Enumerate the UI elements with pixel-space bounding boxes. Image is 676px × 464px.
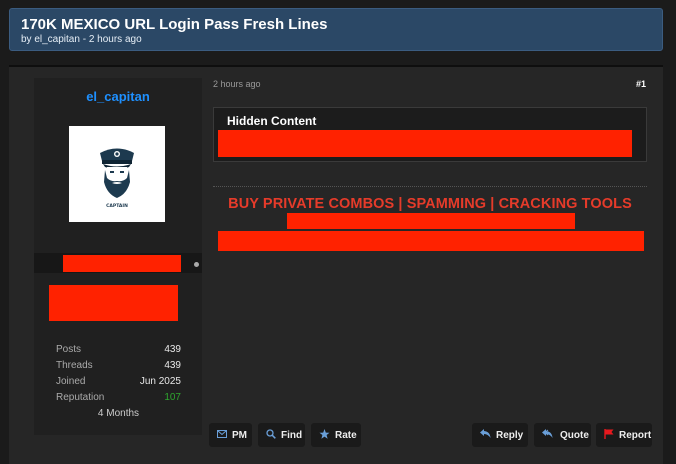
reputation-value[interactable]: 107 xyxy=(164,392,181,403)
stat-posts: Posts 439 xyxy=(56,342,181,358)
stat-value: Jun 2025 xyxy=(139,376,181,387)
find-button[interactable]: Find xyxy=(258,423,305,447)
redacted-hidden-content xyxy=(218,130,632,157)
post-number-link[interactable]: #1 xyxy=(636,79,646,89)
stat-label: Reputation xyxy=(56,392,105,403)
rate-button[interactable]: Rate xyxy=(311,423,361,447)
redacted-signature-line-2 xyxy=(218,231,644,251)
signature-promo-text[interactable]: BUY PRIVATE COMBOS | SPAMMING | CRACKING… xyxy=(213,196,647,212)
pm-button[interactable]: PM xyxy=(209,423,252,447)
stat-label: Joined xyxy=(56,376,86,387)
captain-avatar-icon: CAPTAIN xyxy=(100,148,134,209)
star-icon xyxy=(319,428,330,442)
search-icon xyxy=(266,428,276,442)
membership-duration: 4 Months xyxy=(97,408,140,419)
quote-icon xyxy=(542,429,555,441)
post-date: 2 hours ago xyxy=(213,79,261,89)
user-stats: Posts 439 Threads 439 Joined Jun 2025 Re… xyxy=(56,342,181,419)
redacted-signature-line-1 xyxy=(287,213,575,229)
find-label: Find xyxy=(281,429,303,441)
quote-button[interactable]: Quote xyxy=(534,423,591,447)
thread-meta: by el_capitan - 2 hours ago xyxy=(21,34,142,45)
quote-label: Quote xyxy=(560,429,589,441)
reply-button[interactable]: Reply xyxy=(472,423,528,447)
stat-reputation: Reputation 107 xyxy=(56,390,181,406)
username-link[interactable]: el_capitan xyxy=(34,89,202,104)
pm-label: PM xyxy=(232,429,247,441)
stat-value: 439 xyxy=(164,344,181,355)
thread-title: 170K MEXICO URL Login Pass Fresh Lines xyxy=(21,16,328,33)
thread-header: 170K MEXICO URL Login Pass Fresh Lines b… xyxy=(9,8,663,51)
report-label: Report xyxy=(619,429,652,441)
rate-label: Rate xyxy=(335,429,357,441)
flag-icon xyxy=(604,428,614,442)
stat-threads: Threads 439 xyxy=(56,358,181,374)
svg-text:CAPTAIN: CAPTAIN xyxy=(106,203,128,209)
redacted-user-banner xyxy=(49,285,178,321)
envelope-icon xyxy=(217,429,227,441)
stat-joined: Joined Jun 2025 xyxy=(56,374,181,390)
avatar[interactable]: CAPTAIN xyxy=(69,126,165,222)
redacted-user-title xyxy=(63,255,181,272)
stat-label: Threads xyxy=(56,360,93,371)
reply-icon xyxy=(480,429,491,441)
online-status-icon xyxy=(194,262,199,267)
stat-label: Posts xyxy=(56,344,82,355)
report-button[interactable]: Report xyxy=(596,423,652,447)
stat-value: 439 xyxy=(164,360,181,371)
reply-label: Reply xyxy=(496,429,524,441)
hidden-content-title: Hidden Content xyxy=(227,114,317,128)
signature-divider xyxy=(213,186,647,187)
user-panel: el_capitan CAPTAIN Posts 439 Threads 439… xyxy=(34,78,202,435)
